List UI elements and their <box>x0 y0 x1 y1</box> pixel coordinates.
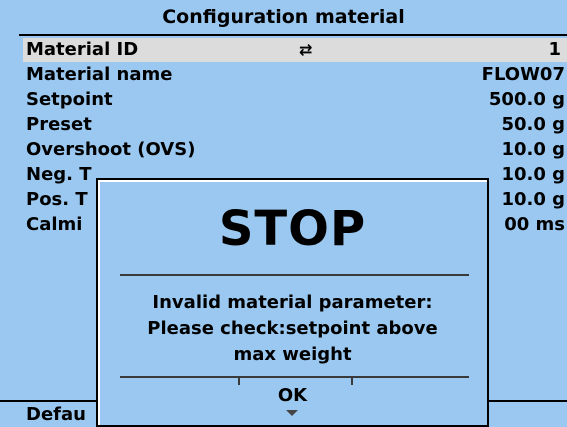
message-line: Please check:setpoint above <box>147 318 438 339</box>
dialog-message: Invalid material parameter: Please check… <box>98 290 487 368</box>
row-label: Overshoot (OVS) <box>26 139 196 160</box>
row-label: Calmi <box>26 214 83 235</box>
row-material-name[interactable]: Material name FLOW07 <box>26 63 567 87</box>
row-overshoot[interactable]: Overshoot (OVS) 10.0 g <box>26 138 567 162</box>
row-value: 1 <box>548 39 561 60</box>
row-value: 500.0 g <box>488 89 565 110</box>
row-label: Setpoint <box>26 89 113 110</box>
stop-dialog: STOP Invalid material parameter: Please … <box>96 178 489 427</box>
row-label: Neg. T <box>26 164 92 185</box>
row-value: 50.0 g <box>501 114 565 135</box>
window-title: Configuration material <box>162 6 405 28</box>
message-line: max weight <box>233 344 352 365</box>
row-value: 10.0 g <box>501 189 565 210</box>
footer-softkey-default[interactable]: Defau <box>26 402 86 427</box>
row-material-id[interactable]: Material ID ⇄ 1 <box>23 38 567 62</box>
row-value: 10.0 g <box>501 139 565 160</box>
dialog-heading: STOP <box>218 201 367 257</box>
dialog-button-divider <box>120 376 469 378</box>
chevron-down-icon <box>286 410 298 416</box>
ok-button[interactable]: OK <box>98 384 487 408</box>
row-label: Pos. T <box>26 189 88 210</box>
row-value: 00 ms <box>504 214 565 235</box>
row-setpoint[interactable]: Setpoint 500.0 g <box>26 88 567 112</box>
row-value: FLOW07 <box>481 64 565 85</box>
row-preset[interactable]: Preset 50.0 g <box>26 113 567 137</box>
title-divider <box>19 34 567 36</box>
row-value: 10.0 g <box>501 164 565 185</box>
swap-arrows-icon: ⇄ <box>299 40 313 59</box>
row-label: Preset <box>26 114 92 135</box>
row-label: Material name <box>26 64 173 85</box>
dialog-divider <box>120 274 469 276</box>
message-line: Invalid material parameter: <box>152 292 433 313</box>
row-label: Material ID <box>26 39 139 60</box>
